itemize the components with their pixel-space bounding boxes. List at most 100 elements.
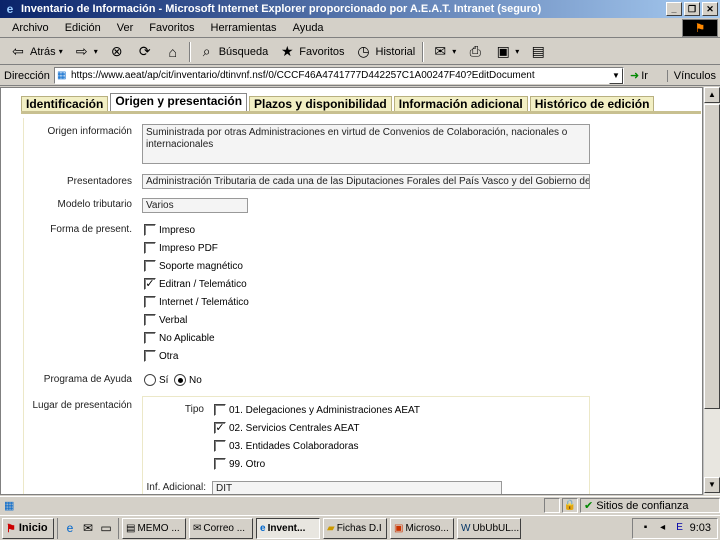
forma-option[interactable]: Soporte magnético bbox=[144, 260, 243, 272]
network-icon[interactable]: ▪ bbox=[639, 521, 653, 535]
checkbox[interactable] bbox=[144, 296, 156, 308]
home-button[interactable]: ⌂ bbox=[161, 41, 185, 63]
checkbox[interactable] bbox=[214, 458, 226, 470]
page-status-icon: ▦ bbox=[4, 500, 15, 512]
checkbox[interactable] bbox=[214, 440, 226, 452]
lugar-option[interactable]: 03. Entidades Colaboradoras bbox=[214, 440, 359, 452]
forward-button[interactable]: ⇨ ▾ bbox=[70, 41, 101, 63]
checkbox-checked[interactable]: ✓ bbox=[214, 422, 226, 434]
mail-button[interactable]: ✉ ▾ bbox=[428, 41, 459, 63]
modelo-field[interactable]: Varios bbox=[142, 198, 248, 213]
menu-archivo[interactable]: Archivo bbox=[4, 22, 57, 34]
inf-adicional-field[interactable]: DIT bbox=[212, 481, 502, 494]
lock-segment: 🔒 bbox=[562, 498, 578, 513]
address-label: Dirección bbox=[4, 69, 50, 82]
checkbox[interactable] bbox=[144, 242, 156, 254]
security-zone: ✔ Sitios de confianza bbox=[580, 498, 720, 513]
desktop-quick-icon[interactable]: ▭ bbox=[98, 520, 114, 536]
forward-arrow-icon: ⇨ bbox=[75, 43, 88, 59]
checkbox[interactable] bbox=[144, 224, 156, 236]
ayuda-si-option[interactable]: Sí bbox=[144, 374, 168, 386]
vertical-scrollbar[interactable]: ▲ ▼ bbox=[703, 87, 720, 495]
maximize-button[interactable]: ❐ bbox=[684, 2, 700, 16]
checkbox[interactable] bbox=[144, 332, 156, 344]
forma-option[interactable]: No Aplicable bbox=[144, 332, 215, 344]
checkbox-checked[interactable]: ✓ bbox=[144, 278, 156, 290]
menu-ayuda[interactable]: Ayuda bbox=[285, 22, 332, 34]
back-button[interactable]: ⇦ Atrás ▾ bbox=[6, 41, 66, 63]
form-panel: Origen información Suministrada por otra… bbox=[23, 118, 699, 494]
task-inventario[interactable]: e Invent... bbox=[256, 517, 320, 539]
task-label: MEMO ... bbox=[137, 522, 180, 534]
menu-favoritos[interactable]: Favoritos bbox=[141, 22, 202, 34]
checkbox[interactable] bbox=[144, 350, 156, 362]
mail-icon: ✉ bbox=[434, 43, 447, 59]
forma-option[interactable]: Verbal bbox=[144, 314, 187, 326]
forma-option[interactable]: ✓ Editran / Telemático bbox=[144, 278, 247, 290]
lugar-option[interactable]: 99. Otro bbox=[214, 458, 265, 470]
tab-identificacion[interactable]: Identificación bbox=[21, 96, 109, 112]
history-label: Historial bbox=[375, 45, 416, 58]
forma-option[interactable]: Impreso bbox=[144, 224, 195, 236]
scroll-down-button[interactable]: ▼ bbox=[704, 477, 720, 493]
task-microsoft[interactable]: ▣ Microso... bbox=[390, 517, 454, 539]
address-dropdown-icon[interactable]: ▼ bbox=[609, 67, 623, 84]
stop-button[interactable]: ⊗ bbox=[105, 41, 129, 63]
forma-option[interactable]: Otra bbox=[144, 350, 178, 362]
language-icon[interactable]: E bbox=[673, 521, 687, 535]
radio-no-selected[interactable] bbox=[174, 374, 186, 386]
edit-button[interactable]: ▣ ▾ bbox=[491, 41, 522, 63]
tab-informacion-adicional[interactable]: Información adicional bbox=[393, 96, 528, 112]
close-button[interactable]: ✕ bbox=[702, 2, 718, 16]
radio-si[interactable] bbox=[144, 374, 156, 386]
lugar-option-label: 01. Delegaciones y Administraciones AEAT bbox=[229, 404, 421, 416]
ayuda-no-option[interactable]: No bbox=[174, 374, 202, 386]
go-arrow-icon: ➜ bbox=[630, 70, 640, 82]
ie-quick-icon[interactable]: e bbox=[62, 520, 78, 536]
tab-historico-edicion[interactable]: Histórico de edición bbox=[529, 96, 655, 112]
page-icon: ▦ bbox=[57, 70, 67, 81]
favorites-button[interactable]: ★ Favoritos bbox=[275, 41, 347, 63]
minimize-button[interactable]: _ bbox=[666, 2, 682, 16]
task-word[interactable]: W UbUbUL... bbox=[457, 517, 521, 539]
checkbox[interactable] bbox=[144, 260, 156, 272]
tab-origen-presentacion[interactable]: Origen y presentación bbox=[110, 93, 248, 112]
menu-herramientas[interactable]: Herramientas bbox=[203, 22, 285, 34]
task-correo[interactable]: ✉ Correo ... bbox=[189, 517, 253, 539]
toolbar: ⇦ Atrás ▾ ⇨ ▾ ⊗ ⟳ ⌂ ⌕ Búsqueda ★ Favorit… bbox=[0, 39, 720, 65]
forma-option-label: Impreso PDF bbox=[159, 242, 218, 254]
links-button[interactable]: Vínculos bbox=[666, 69, 716, 82]
menu-ver[interactable]: Ver bbox=[109, 22, 142, 34]
clock: 9:03 bbox=[689, 522, 711, 534]
print-button[interactable]: ⎙ bbox=[463, 41, 487, 63]
discuss-button[interactable]: ▤ bbox=[526, 41, 550, 63]
forma-option[interactable]: Impreso PDF bbox=[144, 242, 218, 254]
scroll-thumb[interactable] bbox=[704, 104, 720, 409]
address-bar: Dirección ▦ https://www.aeat/ap/cit/inve… bbox=[0, 66, 720, 86]
scroll-up-button[interactable]: ▲ bbox=[704, 87, 720, 103]
tab-plazos-disponibilidad[interactable]: Plazos y disponibilidad bbox=[249, 96, 392, 112]
address-input[interactable]: ▦ https://www.aeat/ap/cit/inventario/dti… bbox=[54, 67, 624, 84]
search-button[interactable]: ⌕ Búsqueda bbox=[195, 41, 272, 63]
checkbox[interactable] bbox=[144, 314, 156, 326]
lugar-option[interactable]: 01. Delegaciones y Administraciones AEAT bbox=[214, 404, 420, 416]
volume-icon[interactable]: ◂ bbox=[656, 521, 670, 535]
presentadores-field[interactable]: Administración Tributaria de cada una de… bbox=[142, 174, 590, 189]
task-memo[interactable]: ▤ MEMO ... bbox=[122, 517, 186, 539]
start-button[interactable]: ⚑ Inicio bbox=[2, 517, 54, 539]
outlook-quick-icon[interactable]: ✉ bbox=[80, 520, 96, 536]
zone-label: Sitios de confianza bbox=[596, 499, 689, 512]
history-button[interactable]: ◷ Historial bbox=[352, 41, 419, 63]
menu-edicion[interactable]: Edición bbox=[57, 22, 109, 34]
origen-field[interactable]: Suministrada por otras Administraciones … bbox=[142, 124, 590, 164]
forma-option-label: Editran / Telemático bbox=[159, 278, 247, 290]
page-content: Identificación Origen y presentación Pla… bbox=[0, 87, 703, 495]
lugar-option[interactable]: ✓ 02. Servicios Centrales AEAT bbox=[214, 422, 359, 434]
favorites-icon: ★ bbox=[280, 43, 294, 59]
forma-option[interactable]: Internet / Telemático bbox=[144, 296, 249, 308]
task-fichas[interactable]: ▰ Fichas D.I bbox=[323, 517, 387, 539]
search-label: Búsqueda bbox=[218, 45, 269, 58]
refresh-button[interactable]: ⟳ bbox=[133, 41, 157, 63]
go-button[interactable]: ➜ Ir bbox=[630, 69, 648, 83]
checkbox[interactable] bbox=[214, 404, 226, 416]
